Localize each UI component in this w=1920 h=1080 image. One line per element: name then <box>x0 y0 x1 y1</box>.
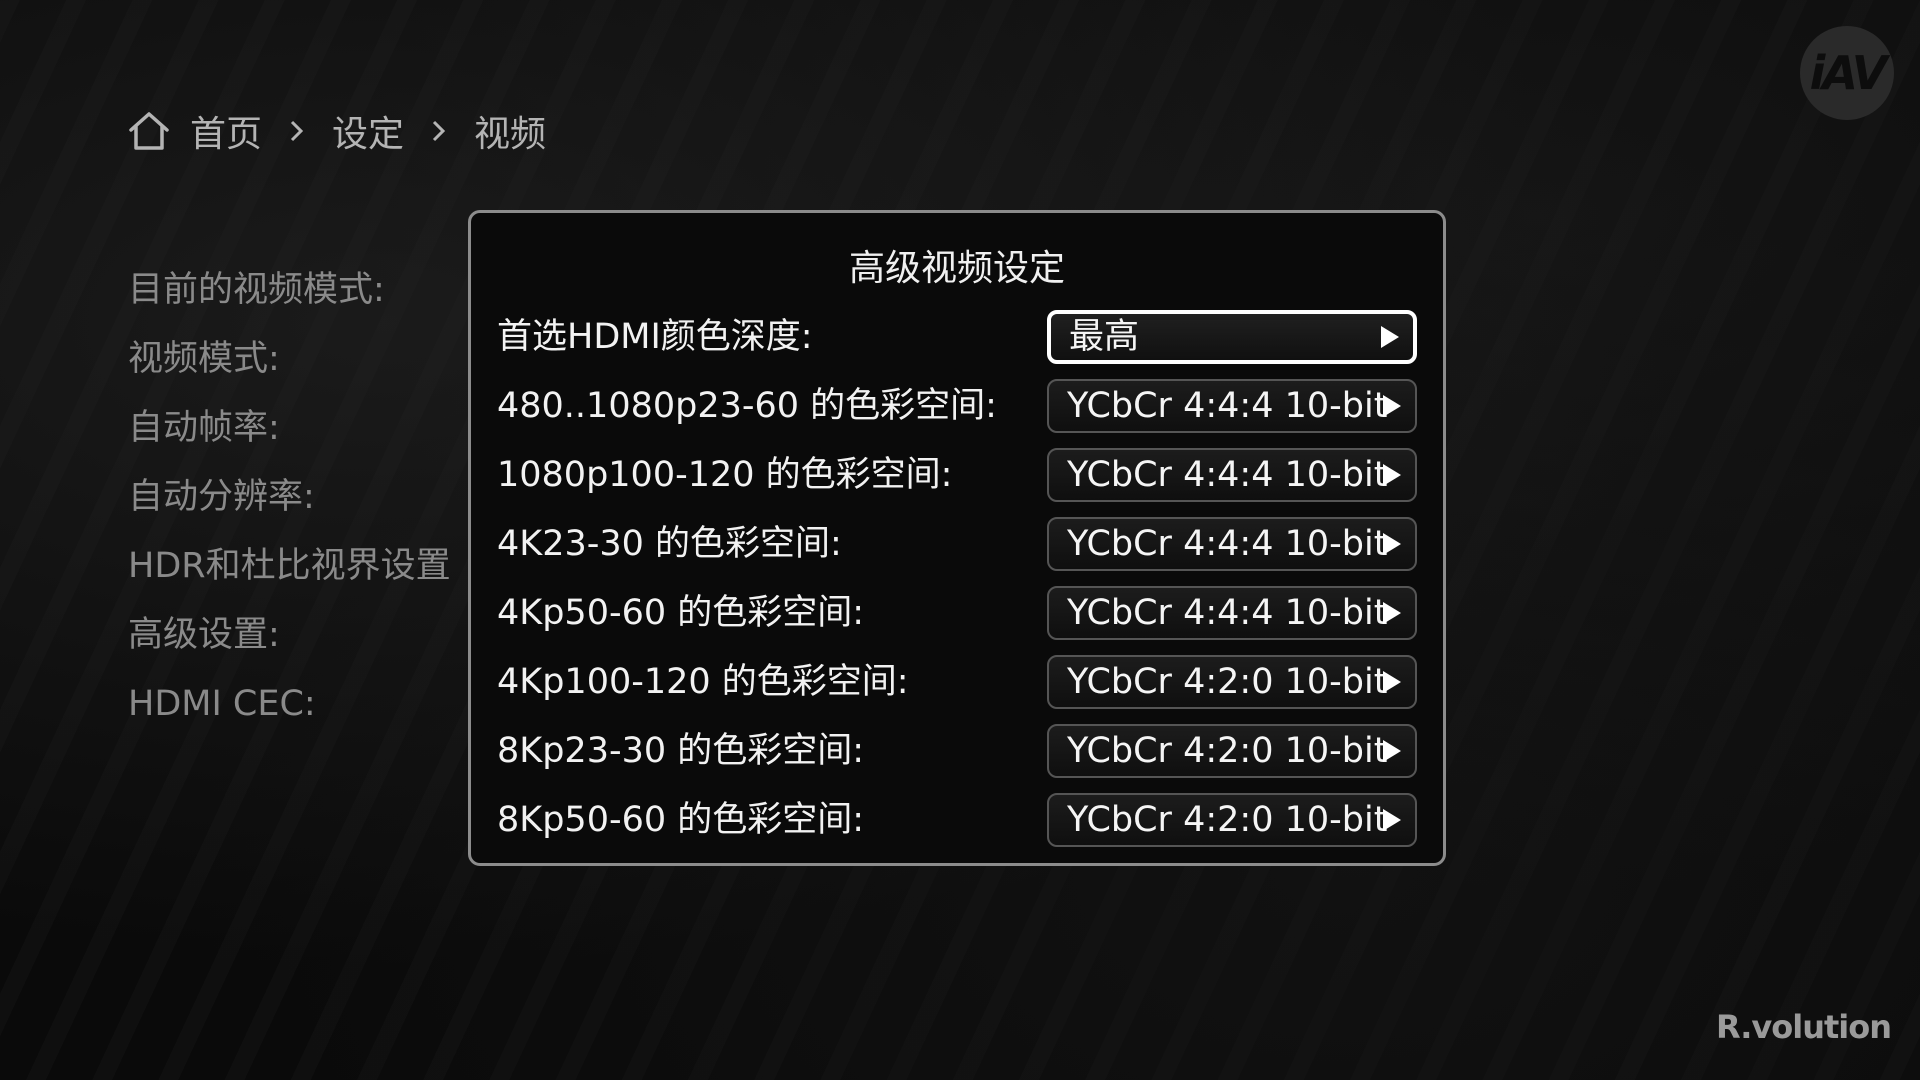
breadcrumb-item-video: 视频 <box>474 114 547 155</box>
setting-label: 480..1080p23-60 的色彩空间: <box>497 386 997 426</box>
brand-logo: R.volution <box>1716 1008 1892 1046</box>
setting-row-4kp100-120: 4Kp100-120 的色彩空间: YCbCr 4:2:0 10-bit <box>497 652 1417 712</box>
breadcrumb-item-home[interactable]: 首页 <box>190 105 262 157</box>
setting-label: 4Kp50-60 的色彩空间: <box>497 593 865 633</box>
setting-row-4k23-30: 4K23-30 的色彩空间: YCbCr 4:4:4 10-bit <box>497 514 1417 574</box>
breadcrumb-item-settings[interactable]: 设定 <box>332 105 404 157</box>
menu-item-current-video-mode[interactable]: 目前的视频模式: <box>128 256 488 325</box>
play-arrow-icon <box>1383 395 1401 417</box>
play-arrow-icon <box>1383 464 1401 486</box>
hdmi-color-depth-selector[interactable]: 最高 <box>1047 310 1417 364</box>
selector-value: YCbCr 4:2:0 10-bit <box>1067 731 1388 771</box>
colorspace-8kp23-selector[interactable]: YCbCr 4:2:0 10-bit <box>1047 724 1417 778</box>
setting-label: 4K23-30 的色彩空间: <box>497 524 842 564</box>
setting-row-4kp50-60: 4Kp50-60 的色彩空间: YCbCr 4:4:4 10-bit <box>497 583 1417 643</box>
menu-item-hdmi-cec[interactable]: HDMI CEC: <box>128 670 488 739</box>
advanced-video-settings-dialog: 高级视频设定 首选HDMI颜色深度: 最高 480..1080p23-60 的色… <box>468 210 1446 866</box>
menu-item-auto-resolution[interactable]: 自动分辨率: <box>128 463 488 532</box>
dialog-title: 高级视频设定 <box>848 248 1065 289</box>
play-arrow-icon <box>1383 602 1401 624</box>
colorspace-4k23-selector[interactable]: YCbCr 4:4:4 10-bit <box>1047 517 1417 571</box>
setting-row-1080p100-120: 1080p100-120 的色彩空间: YCbCr 4:4:4 10-bit <box>497 445 1417 505</box>
selector-value: 最高 <box>1069 317 1140 357</box>
menu-item-advanced-settings[interactable]: 高级设置: <box>128 601 488 670</box>
setting-label: 4Kp100-120 的色彩空间: <box>497 662 909 702</box>
setting-row-480-1080p23-60: 480..1080p23-60 的色彩空间: YCbCr 4:4:4 10-bi… <box>497 376 1417 436</box>
selector-value: YCbCr 4:2:0 10-bit <box>1067 662 1388 702</box>
menu-item-auto-framerate[interactable]: 自动帧率: <box>128 394 488 463</box>
colorspace-4kp50-selector[interactable]: YCbCr 4:4:4 10-bit <box>1047 586 1417 640</box>
breadcrumb: 首页 设定 视频 <box>126 104 546 158</box>
colorspace-8kp50-selector[interactable]: YCbCr 4:2:0 10-bit <box>1047 793 1417 847</box>
menu-item-video-mode[interactable]: 视频模式: <box>128 325 488 394</box>
selector-value: YCbCr 4:4:4 10-bit <box>1067 593 1388 633</box>
setting-label: 首选HDMI颜色深度: <box>497 317 813 357</box>
setting-row-8kp23-30: 8Kp23-30 的色彩空间: YCbCr 4:2:0 10-bit <box>497 721 1417 781</box>
video-settings-menu: 目前的视频模式: 视频模式: 自动帧率: 自动分辨率: HDR和杜比视界设置 高… <box>128 256 488 739</box>
play-arrow-icon <box>1383 740 1401 762</box>
selector-value: YCbCr 4:4:4 10-bit <box>1067 524 1388 564</box>
setting-label: 8Kp23-30 的色彩空间: <box>497 731 865 771</box>
iav-logo: iAV <box>1800 26 1894 120</box>
colorspace-1080p100-selector[interactable]: YCbCr 4:4:4 10-bit <box>1047 448 1417 502</box>
selector-value: YCbCr 4:4:4 10-bit <box>1067 386 1388 426</box>
play-arrow-icon <box>1383 809 1401 831</box>
menu-item-hdr-dolby-vision[interactable]: HDR和杜比视界设置 <box>128 532 488 601</box>
colorspace-4kp100-selector[interactable]: YCbCr 4:2:0 10-bit <box>1047 655 1417 709</box>
selector-value: YCbCr 4:4:4 10-bit <box>1067 455 1388 495</box>
play-arrow-icon <box>1381 326 1399 348</box>
setting-row-hdmi-color-depth: 首选HDMI颜色深度: 最高 <box>497 307 1417 367</box>
play-arrow-icon <box>1383 671 1401 693</box>
colorspace-480-1080p-selector[interactable]: YCbCr 4:4:4 10-bit <box>1047 379 1417 433</box>
home-icon[interactable] <box>126 108 172 154</box>
chevron-right-icon <box>432 120 446 142</box>
selector-value: YCbCr 4:2:0 10-bit <box>1067 800 1388 840</box>
chevron-right-icon <box>290 120 304 142</box>
setting-row-8kp50-60: 8Kp50-60 的色彩空间: YCbCr 4:2:0 10-bit <box>497 790 1417 850</box>
setting-label: 8Kp50-60 的色彩空间: <box>497 800 865 840</box>
play-arrow-icon <box>1383 533 1401 555</box>
setting-label: 1080p100-120 的色彩空间: <box>497 455 953 495</box>
